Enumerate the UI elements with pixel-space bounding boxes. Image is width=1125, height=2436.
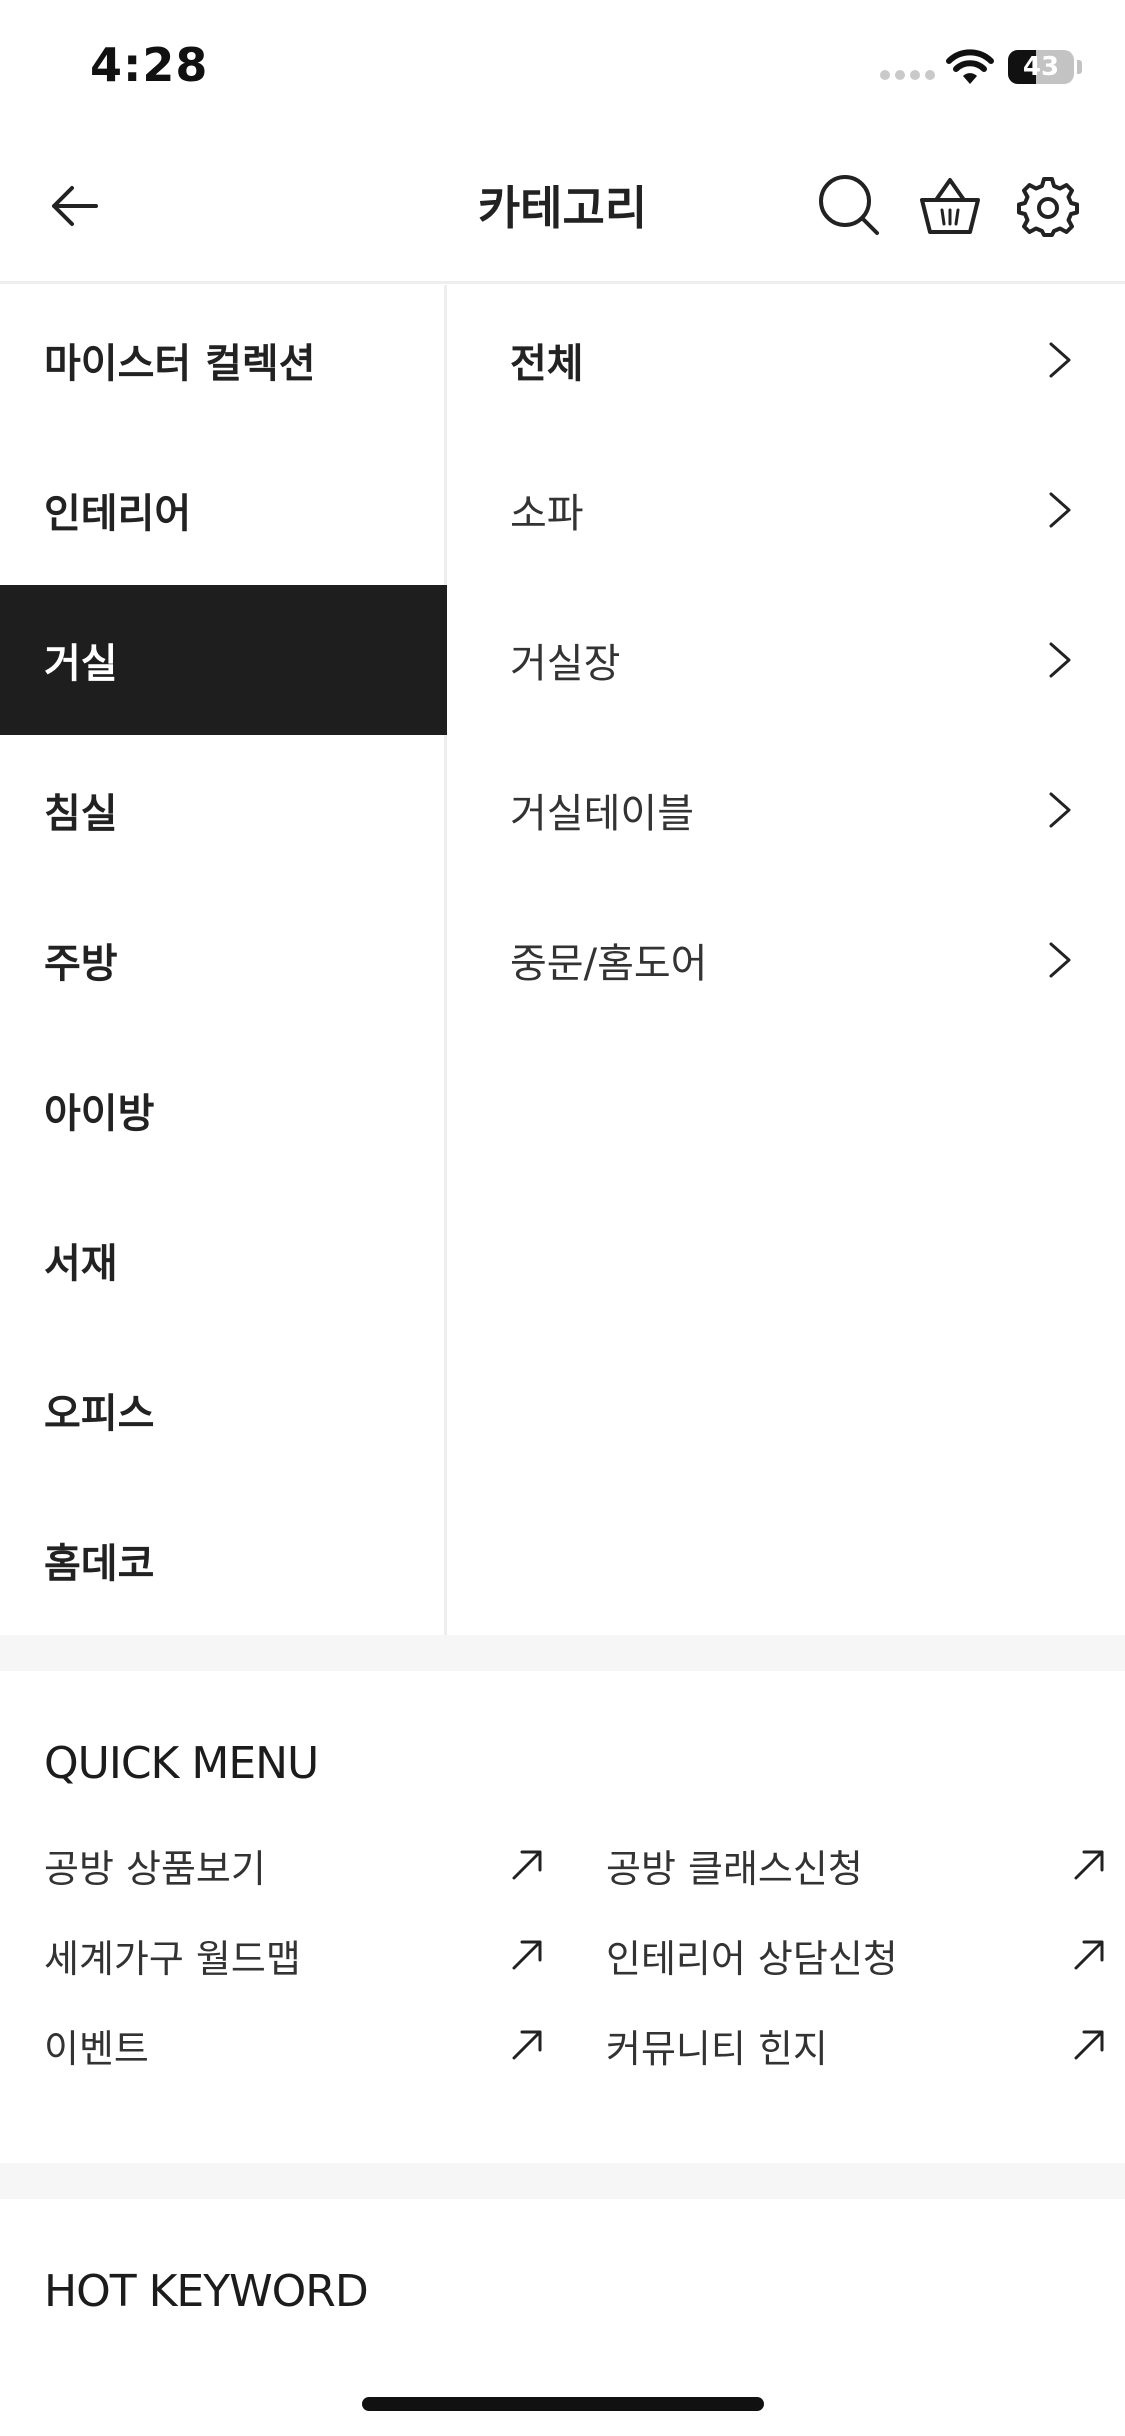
subcategory-item[interactable]: 중문/홈도어 [450,885,1125,1035]
category-label: 침실 [44,791,118,837]
subcategory-item[interactable]: 소파 [450,435,1125,585]
arrow-up-right-icon [1074,1940,1104,1970]
settings-button[interactable] [1010,168,1086,244]
status-bar: 4:28 43 [0,0,1125,132]
category-label: 인테리어 [44,491,192,537]
chevron-right-icon [1049,942,1071,978]
subcategory-list: 전체 소파 거실장 거실테이블 중문/홈도어 [450,285,1125,1635]
home-indicator[interactable] [362,2397,764,2411]
category-item-selected[interactable]: 거실 [0,585,447,735]
subcategory-label: 중문/홈도어 [510,941,708,987]
subcategory-label: 전체 [510,341,584,387]
arrow-up-right-icon [512,1850,542,1880]
subcategory-label: 거실장 [510,641,621,687]
category-label: 주방 [44,941,118,987]
category-label: 아이방 [44,1091,155,1137]
quick-menu-grid: 공방 상품보기 공방 클래스신청 세계가구 월드맵 인테리어 상담신청 이벤트 … [0,1830,1125,2130]
category-panel: 마이스터 컬렉션 인테리어 거실 침실 주방 아이방 서재 오피스 홈데코 전체… [0,285,1125,1635]
quick-menu-label: 인테리어 상담신청 [606,1936,898,1981]
arrow-up-right-icon [1074,2030,1104,2060]
cart-button[interactable] [912,168,988,244]
subcategory-item[interactable]: 거실테이블 [450,735,1125,885]
quick-menu-label: 세계가구 월드맵 [44,1936,301,1981]
section-divider [0,2163,1125,2199]
category-label: 거실 [44,641,118,687]
category-screen: 4:28 43 카테고리 마이스터 컬렉션 인테리어 거실 침실 주방 아이방 … [0,0,1125,2436]
quick-menu-label: 공방 클래스신청 [606,1846,863,1891]
chevron-right-icon [1049,492,1071,528]
quick-menu-item[interactable]: 이벤트 [44,2010,544,2080]
quick-menu-item[interactable]: 커뮤니티 힌지 [606,2010,1106,2080]
quick-menu-item[interactable]: 공방 상품보기 [44,1830,544,1900]
hot-keyword-title: HOT KEYWORD [44,2266,369,2317]
subcategory-label: 소파 [510,491,584,537]
category-item[interactable]: 홈데코 [0,1485,447,1635]
quick-menu-title: QUICK MENU [44,1738,319,1789]
quick-menu-label: 이벤트 [44,2026,149,2071]
main-category-list: 마이스터 컬렉션 인테리어 거실 침실 주방 아이방 서재 오피스 홈데코 [0,285,447,1635]
category-item[interactable]: 아이방 [0,1035,447,1185]
subcategory-item[interactable]: 거실장 [450,585,1125,735]
search-button[interactable] [812,168,888,244]
search-icon [819,175,879,235]
quick-menu-label: 공방 상품보기 [44,1846,266,1891]
quick-menu-item[interactable]: 공방 클래스신청 [606,1830,1106,1900]
basket-icon [920,178,980,234]
cellular-signal-icon [880,70,936,82]
category-item[interactable]: 주방 [0,885,447,1035]
chevron-right-icon [1049,642,1071,678]
subcategory-item-all[interactable]: 전체 [450,285,1125,435]
section-divider [0,1635,1125,1671]
arrow-up-right-icon [512,1940,542,1970]
battery-tip [1077,60,1082,74]
battery-level: 43 [1022,52,1060,82]
arrow-up-right-icon [1074,1850,1104,1880]
quick-menu-label: 커뮤니티 힌지 [606,2026,828,2071]
category-item[interactable]: 서재 [0,1185,447,1335]
battery-icon: 43 [1008,50,1074,84]
status-time: 4:28 [90,38,209,92]
chevron-right-icon [1049,342,1071,378]
header: 카테고리 [0,132,1125,284]
category-label: 오피스 [44,1391,155,1437]
gear-icon [1017,177,1079,237]
category-item[interactable]: 침실 [0,735,447,885]
quick-menu-item[interactable]: 세계가구 월드맵 [44,1920,544,1990]
wifi-icon [945,48,995,88]
arrow-up-right-icon [512,2030,542,2060]
category-item[interactable]: 오피스 [0,1335,447,1485]
category-item[interactable]: 마이스터 컬렉션 [0,285,447,435]
quick-menu-item[interactable]: 인테리어 상담신청 [606,1920,1106,1990]
category-label: 마이스터 컬렉션 [44,341,316,387]
category-label: 서재 [44,1241,118,1287]
subcategory-label: 거실테이블 [510,791,694,837]
category-label: 홈데코 [44,1541,155,1587]
chevron-right-icon [1049,792,1071,828]
category-item[interactable]: 인테리어 [0,435,447,585]
